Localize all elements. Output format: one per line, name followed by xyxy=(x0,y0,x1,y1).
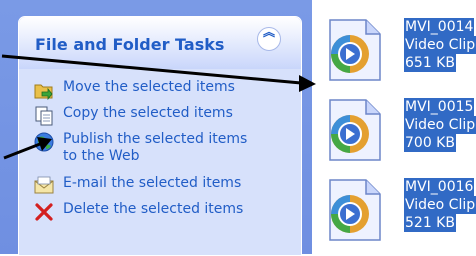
file-type: Video Clip xyxy=(404,36,476,54)
file-type: Video Clip xyxy=(404,196,476,214)
task-email[interactable]: E-mail the selected items xyxy=(33,175,248,197)
file-size: 651 KB xyxy=(404,54,456,72)
file-name: MVI_0014 xyxy=(404,18,475,36)
panel-title: File and Folder Tasks xyxy=(35,35,225,54)
move-folder-icon xyxy=(34,84,53,101)
delete-x-icon xyxy=(35,203,53,221)
panel-header[interactable]: File and Folder Tasks ︽ xyxy=(19,17,301,69)
file-folder-tasks-panel: File and Folder Tasks ︽ Move the selecte… xyxy=(18,16,302,256)
file-item[interactable]: MVI_0015 Video Clip 700 KB xyxy=(320,98,476,162)
video-clip-icon xyxy=(329,19,381,81)
file-caption: MVI_0015 Video Clip 700 KB xyxy=(404,98,476,152)
task-label[interactable]: Publish the selected items to the Web xyxy=(63,131,248,165)
task-label[interactable]: E-mail the selected items xyxy=(63,175,248,192)
email-envelope-icon xyxy=(34,176,54,194)
task-copy[interactable]: Copy the selected items xyxy=(33,105,248,127)
file-item[interactable]: MVI_0016 Video Clip 521 KB xyxy=(320,178,476,242)
task-label[interactable]: Copy the selected items xyxy=(63,105,248,122)
copy-document-icon xyxy=(35,106,53,126)
file-caption: MVI_0014 Video Clip 651 KB xyxy=(404,18,476,72)
file-caption: MVI_0016 Video Clip 521 KB xyxy=(404,178,476,232)
globe-publish-icon xyxy=(34,132,54,152)
task-pane: File and Folder Tasks ︽ Move the selecte… xyxy=(0,0,312,256)
video-clip-icon xyxy=(329,99,381,161)
task-publish[interactable]: Publish the selected items to the Web xyxy=(33,131,248,165)
file-size: 521 KB xyxy=(404,214,456,232)
file-type: Video Clip xyxy=(404,116,476,134)
video-clip-icon xyxy=(329,179,381,241)
file-size: 700 KB xyxy=(404,134,456,152)
task-label[interactable]: Move the selected items xyxy=(63,79,248,96)
file-name: MVI_0015 xyxy=(404,98,475,116)
task-label[interactable]: Delete the selected items xyxy=(63,201,248,218)
file-list: MVI_0014 Video Clip 651 KB MVI_0015 Vide… xyxy=(312,0,476,254)
chevron-up-icon: ︽ xyxy=(262,25,275,39)
file-item[interactable]: MVI_0014 Video Clip 651 KB xyxy=(320,18,476,82)
file-name: MVI_0016 xyxy=(404,178,475,196)
collapse-button[interactable]: ︽ xyxy=(257,25,281,51)
task-move[interactable]: Move the selected items xyxy=(33,79,248,101)
task-delete[interactable]: Delete the selected items xyxy=(33,201,248,223)
